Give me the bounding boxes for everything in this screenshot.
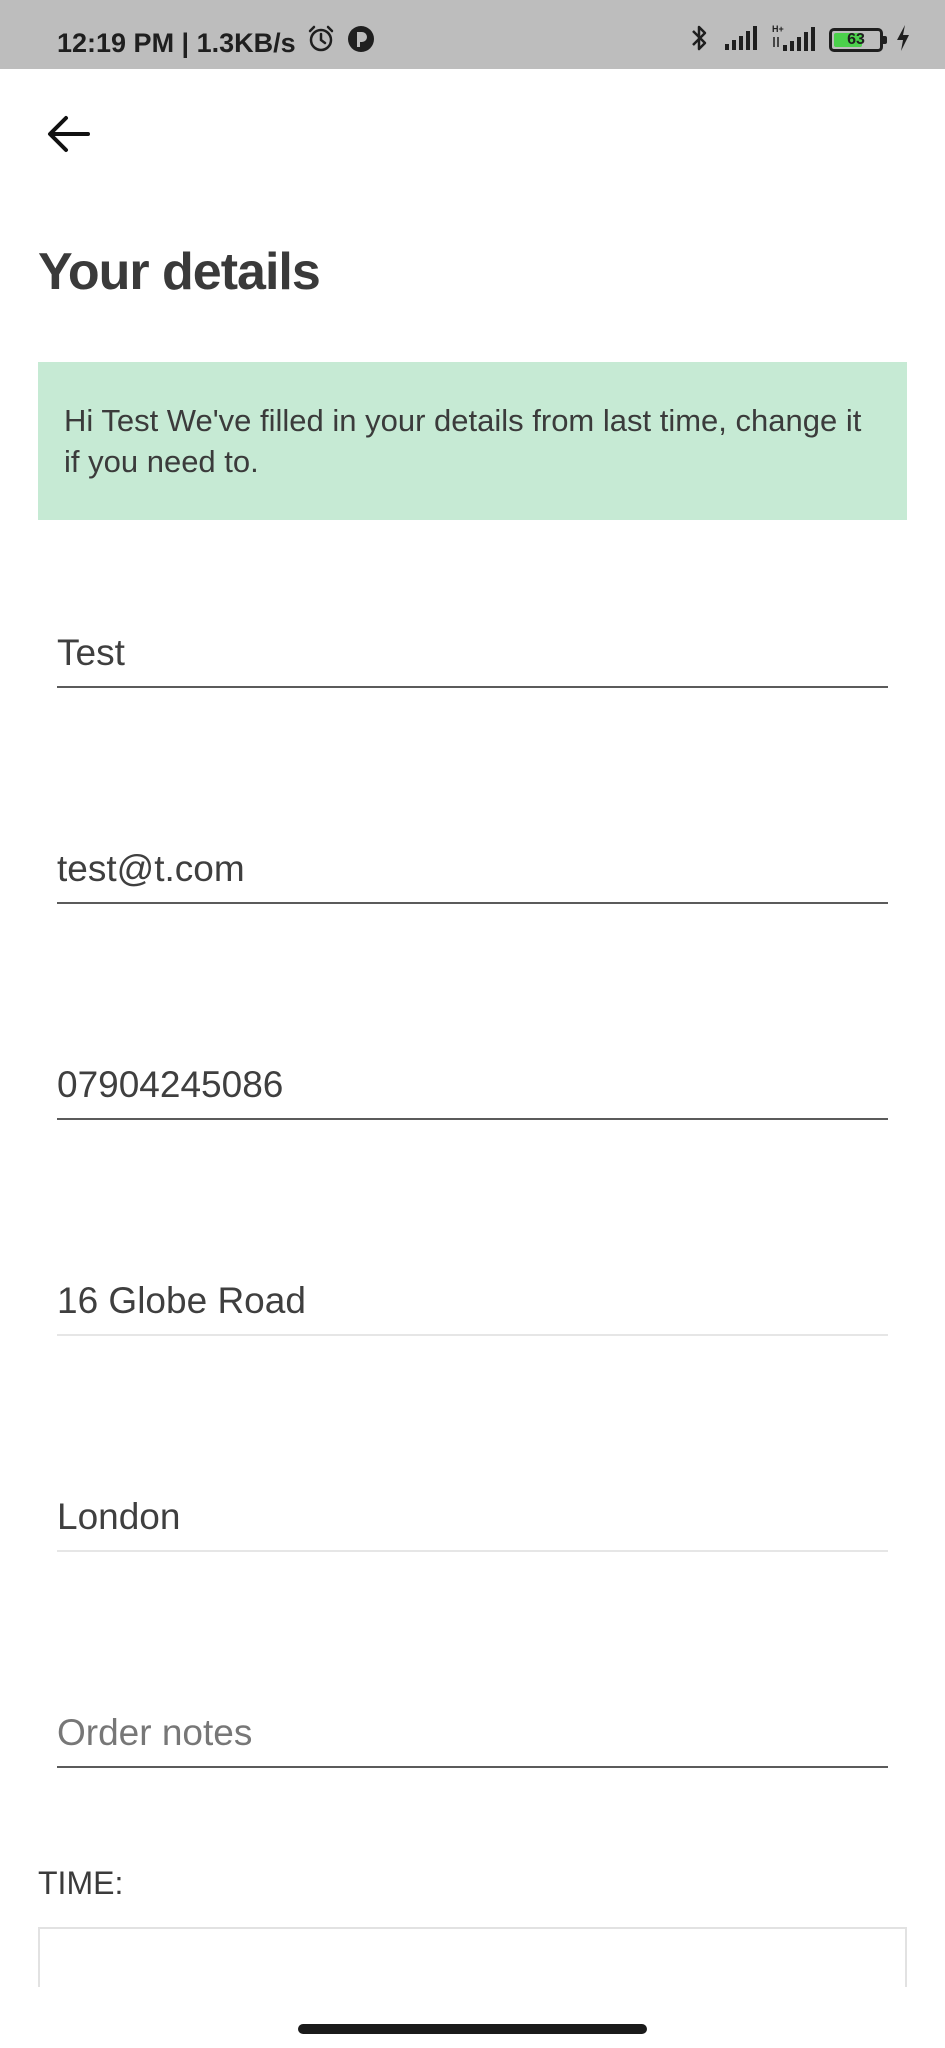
order-notes-field[interactable]	[57, 1700, 888, 1768]
time-select[interactable]	[38, 1927, 907, 1987]
signal-icon	[723, 25, 759, 56]
page-title: Your details	[38, 243, 321, 301]
app-notification-icon	[346, 24, 376, 61]
home-indicator[interactable]	[298, 2024, 647, 2034]
name-field[interactable]	[57, 620, 888, 688]
status-bar: 12:19 PM | 1.3KB/s H+ 63	[0, 0, 945, 69]
status-right: H+ 63	[687, 24, 911, 56]
back-button[interactable]	[40, 108, 96, 164]
address-field[interactable]	[57, 1268, 888, 1336]
time-label: TIME:	[38, 1865, 124, 1901]
svg-text:H+: H+	[772, 24, 784, 34]
charging-icon	[895, 24, 911, 57]
alarm-icon	[306, 24, 336, 61]
signal-hplus-icon: H+	[771, 23, 817, 58]
arrow-left-icon	[46, 114, 90, 159]
battery-icon: 63	[829, 28, 887, 52]
battery-level: 63	[847, 31, 865, 48]
phone-field[interactable]	[57, 1052, 888, 1120]
city-field[interactable]	[57, 1484, 888, 1552]
bluetooth-icon	[687, 23, 711, 58]
info-banner: Hi Test We've filled in your details fro…	[38, 362, 907, 520]
email-field[interactable]	[57, 836, 888, 904]
status-left: 12:19 PM | 1.3KB/s	[57, 24, 376, 61]
status-time-speed: 12:19 PM | 1.3KB/s	[57, 27, 296, 58]
